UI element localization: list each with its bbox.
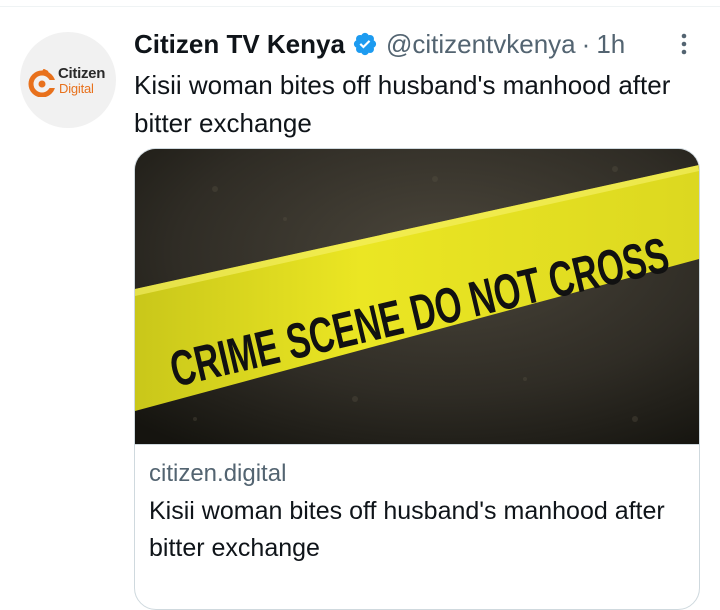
- display-name[interactable]: Citizen TV Kenya: [134, 29, 345, 60]
- avatar-logo-line2: Digital: [59, 81, 94, 96]
- link-card[interactable]: CRIME SCENE DO NOT CROSS citizen.digital…: [134, 148, 700, 610]
- avatar-logo-line1: Citizen: [58, 65, 106, 82]
- handle[interactable]: @citizentvkenya: [386, 29, 576, 60]
- avatar[interactable]: Citizen Digital: [20, 32, 116, 128]
- more-dots-icon[interactable]: [672, 30, 696, 58]
- separator-dot: ·: [581, 28, 591, 59]
- card-title: Kisii woman bites off husband's manhood …: [149, 497, 665, 562]
- citizen-logo-icon: [28, 69, 56, 97]
- tweet[interactable]: Citizen Digital Citizen TV Kenya @citize…: [0, 0, 720, 610]
- tweet-header: Citizen TV Kenya @citizentvkenya · 1h: [134, 26, 625, 62]
- card-image[interactable]: CRIME SCENE DO NOT CROSS: [135, 149, 699, 445]
- verified-badge-icon: [353, 32, 377, 56]
- card-domain: citizen.digital: [149, 460, 287, 487]
- timestamp[interactable]: 1h: [596, 29, 625, 60]
- tweet-text: Kisii woman bites off husband's manhood …: [134, 70, 671, 138]
